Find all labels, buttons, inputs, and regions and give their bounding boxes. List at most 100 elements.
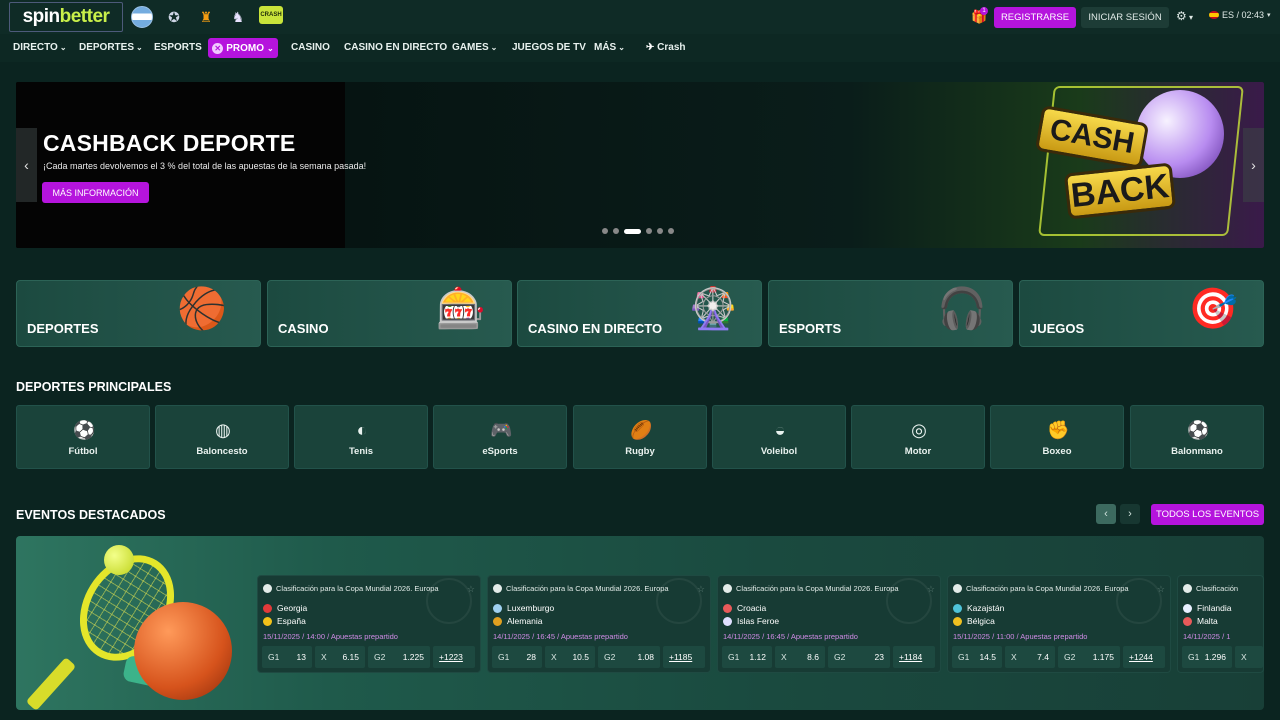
event-card[interactable]: Clasificación para la Copa Mundial 2026.… (947, 575, 1171, 673)
premier-league-icon[interactable]: ♞ (227, 6, 249, 28)
sport-voleibol[interactable]: ◒ Voleibol (712, 405, 846, 469)
slide-dot[interactable] (657, 228, 663, 234)
team-2: Alemania (493, 616, 542, 626)
chevron-down-icon: ⌄ (618, 43, 625, 52)
sport-rugby[interactable]: 🏉 Rugby (573, 405, 707, 469)
nav-deportes[interactable]: DEPORTES ⌄ (79, 42, 143, 53)
odd-x[interactable]: X (1235, 646, 1263, 668)
promo-banner[interactable]: CASHBACK DEPORTE ¡Cada martes devolvemos… (16, 82, 1264, 248)
odd-g1[interactable]: G1 14.5 (952, 646, 1002, 668)
sport-esports[interactable]: 🎮 eSports (433, 405, 567, 469)
odd-x[interactable]: X 6.15 (315, 646, 365, 668)
chevron-down-icon: ⌄ (136, 43, 143, 52)
more-info-button[interactable]: MÁS INFORMACIÓN (42, 182, 149, 203)
language-selector[interactable]: ES / 02:43 ▾ (1209, 10, 1271, 20)
banner-prev-button[interactable]: ‹ (16, 128, 37, 202)
odd-x[interactable]: X 10.5 (545, 646, 595, 668)
category-esports[interactable]: ESPORTS 🎧 (768, 280, 1013, 347)
category-label: DEPORTES (27, 321, 99, 336)
site-logo[interactable]: spin better (9, 2, 123, 32)
sport-balonmano[interactable]: ⚽ Balonmano (1130, 405, 1264, 469)
favorite-star-icon[interactable]: ☆ (697, 584, 705, 595)
sport-label: eSports (482, 446, 518, 457)
more-markets-link[interactable]: +1184 (893, 646, 935, 668)
odd-g2[interactable]: G2 23 (828, 646, 890, 668)
register-button[interactable]: REGISTRARSE (994, 7, 1076, 28)
nav-crash[interactable]: ✈ Crash (646, 42, 686, 53)
odd-label: G1 (728, 652, 740, 662)
nav-games[interactable]: GAMES ⌄ (452, 42, 497, 53)
favorite-star-icon[interactable]: ☆ (927, 584, 935, 595)
odd-g2[interactable]: G2 1.08 (598, 646, 660, 668)
odd-g2[interactable]: G2 1.225 (368, 646, 430, 668)
roulette-icon: 🎡 (688, 287, 738, 331)
event-card[interactable]: Clasificación Finlandia Malta 14/11/2025… (1177, 575, 1264, 673)
event-card[interactable]: Clasificación para la Copa Mundial 2026.… (717, 575, 941, 673)
category-deportes[interactable]: DEPORTES 🏀 (16, 280, 261, 347)
team-2: Islas Feroe (723, 616, 779, 626)
more-markets-link[interactable]: +1185 (663, 646, 705, 668)
odd-x[interactable]: X 7.4 (1005, 646, 1055, 668)
team-name: Georgia (277, 603, 308, 613)
nav-casino-en-directo[interactable]: CASINO EN DIRECTO (344, 42, 447, 53)
team-2: España (263, 616, 306, 626)
nav-label: CASINO EN DIRECTO (344, 42, 448, 53)
nav-casino[interactable]: CASINO (291, 42, 330, 53)
sport-futbol[interactable]: ⚽ Fútbol (16, 405, 150, 469)
argentina-flag-icon[interactable] (131, 6, 153, 28)
more-markets-link[interactable]: +1244 (1123, 646, 1165, 668)
category-casino-en-directo[interactable]: CASINO EN DIRECTO 🎡 (517, 280, 762, 347)
racket-handle (25, 657, 77, 710)
europa-league-icon[interactable]: ♜ (195, 6, 217, 28)
featured-next-button[interactable]: › (1120, 504, 1140, 524)
banner-next-button[interactable]: › (1243, 128, 1264, 202)
slide-dot-active[interactable] (624, 228, 641, 234)
odd-value: 1.175 (1092, 652, 1114, 662)
nav-label: PROMO (226, 42, 265, 54)
basketball-icon: ◍ (215, 420, 231, 440)
nav-mas[interactable]: MÁS ⌄ (594, 42, 625, 53)
settings-gear-icon[interactable]: ⚙ ▾ (1176, 9, 1193, 23)
slide-dot[interactable] (602, 228, 608, 234)
odd-g1[interactable]: G1 1.296 (1182, 646, 1232, 668)
sport-baloncesto[interactable]: ◍ Baloncesto (155, 405, 289, 469)
nav-label: MÁS (594, 42, 617, 53)
nav-label: Crash (657, 42, 686, 53)
login-button[interactable]: INICIAR SESIÓN (1081, 7, 1169, 28)
nav-esports[interactable]: ESPORTS (154, 42, 202, 53)
sport-tenis[interactable]: ◐ Tenis (294, 405, 428, 469)
favorite-star-icon[interactable]: ☆ (1157, 584, 1165, 595)
champions-league-icon[interactable]: ✪ (163, 6, 185, 28)
featured-prev-button[interactable]: ‹ (1096, 504, 1116, 524)
crash-game-icon[interactable]: CRASH (259, 6, 283, 24)
odd-label: X (321, 652, 327, 662)
odd-g1[interactable]: G1 1.12 (722, 646, 772, 668)
odds-row: G1 28 X 10.5 G2 1.08 +1185 (492, 646, 708, 668)
slide-dot[interactable] (668, 228, 674, 234)
odd-g2[interactable]: G2 1.175 (1058, 646, 1120, 668)
event-card[interactable]: Clasificación para la Copa Mundial 2026.… (257, 575, 481, 673)
nav-label: DIRECTO (13, 42, 58, 53)
language-time: ES / 02:43 (1222, 10, 1265, 20)
favorite-star-icon[interactable]: ☆ (467, 584, 475, 595)
slide-dot[interactable] (613, 228, 619, 234)
sport-boxeo[interactable]: ✊ Boxeo (990, 405, 1124, 469)
odd-value: 14.5 (979, 652, 996, 662)
odd-g1[interactable]: G1 13 (262, 646, 312, 668)
odd-x[interactable]: X 8.6 (775, 646, 825, 668)
category-casino[interactable]: CASINO 🎰 (267, 280, 512, 347)
odd-g1[interactable]: G1 28 (492, 646, 542, 668)
event-card[interactable]: Clasificación para la Copa Mundial 2026.… (487, 575, 711, 673)
slide-dot[interactable] (646, 228, 652, 234)
nav-directo[interactable]: DIRECTO ⌄ (13, 42, 67, 53)
category-juegos[interactable]: JUEGOS 🎯 (1019, 280, 1264, 347)
all-events-button[interactable]: TODOS LOS EVENTOS (1151, 504, 1264, 525)
nav-juegos-de-tv[interactable]: JUEGOS DE TV (512, 42, 586, 53)
sport-motor[interactable]: ◎ Motor (851, 405, 985, 469)
more-markets-link[interactable]: +1223 (433, 646, 475, 668)
top-bar: spin better ✪ ♜ ♞ CRASH 🎁 1 REGISTRARSE I… (0, 0, 1280, 34)
team-name: Kazajstán (967, 603, 1005, 613)
football-icon (493, 584, 502, 593)
team-1: Kazajstán (953, 603, 1004, 613)
nav-promo[interactable]: ✕ PROMO ⌄ (208, 38, 278, 58)
